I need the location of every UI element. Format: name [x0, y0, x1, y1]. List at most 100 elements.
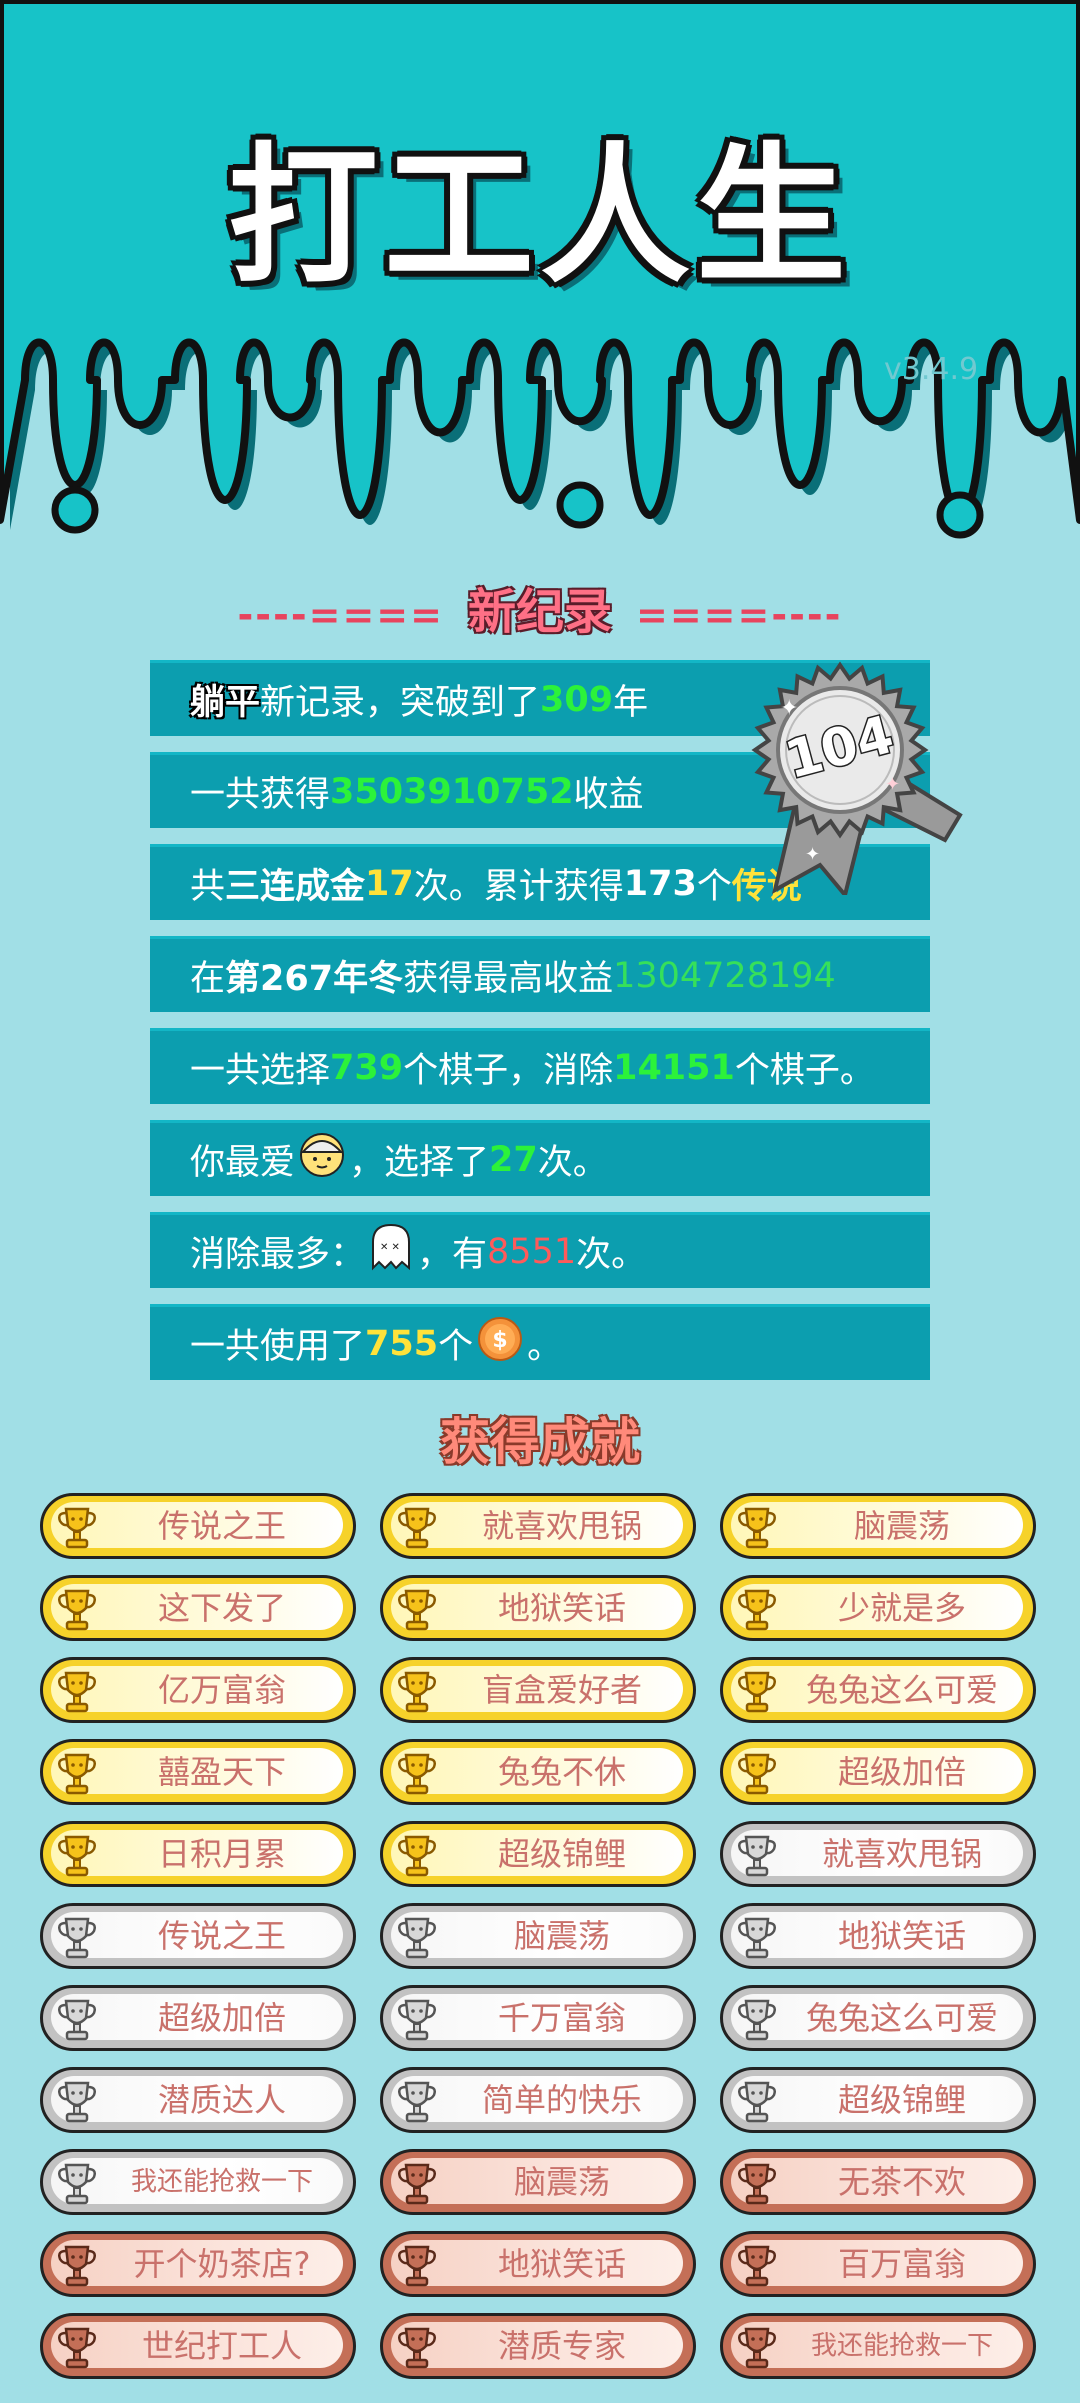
stat-row: 一共使用了 755 个 $ 。 — [150, 1304, 930, 1380]
achievement-label: 百万富翁 — [837, 2245, 966, 2283]
achievement-badge[interactable]: 我还能抢救一下 — [40, 2149, 356, 2215]
trophy-icon — [398, 1589, 436, 1631]
achievement-badge[interactable]: 传说之王 — [40, 1493, 356, 1559]
achievement-badge[interactable]: 兔兔这么可爱 — [720, 1985, 1036, 2051]
trophy-icon — [58, 1999, 96, 2041]
achievement-label: 就喜欢甩锅 — [481, 1507, 642, 1545]
achievement-badge[interactable]: 脑震荡 — [380, 2149, 696, 2215]
achievement-badge[interactable]: 兔兔这么可爱 — [720, 1657, 1036, 1723]
stat-text: 在 — [190, 959, 226, 999]
trophy-icon — [398, 2327, 436, 2369]
stat-text: 次。 — [576, 1235, 647, 1275]
achievement-label: 地狱笑话 — [497, 1589, 626, 1627]
trophy-icon — [738, 1507, 776, 1549]
achievement-badge[interactable]: 超级加倍 — [40, 1985, 356, 2051]
stat-text: 共 — [190, 867, 226, 907]
achievement-badge[interactable]: 超级锦鲤 — [720, 2067, 1036, 2133]
achievement-badge[interactable]: 无茶不欢 — [720, 2149, 1036, 2215]
achievement-badge[interactable]: 亿万富翁 — [40, 1657, 356, 1723]
trophy-icon — [58, 1589, 96, 1631]
achievement-badge[interactable]: 囍盈天下 — [40, 1739, 356, 1805]
achievement-label: 传说之王 — [157, 1507, 286, 1545]
achievement-badge[interactable]: 百万富翁 — [720, 2231, 1036, 2297]
achievements-heading: 获得成就 — [440, 1413, 640, 1471]
achievement-label: 脑震荡 — [853, 1507, 950, 1545]
achievement-badge[interactable]: 日积月累 — [40, 1821, 356, 1887]
achievement-label: 无茶不欢 — [837, 2163, 966, 2201]
achievement-badge[interactable]: 这下发了 — [40, 1575, 356, 1641]
achievement-badge[interactable]: 地狱笑话 — [380, 1575, 696, 1641]
trophy-icon — [738, 1589, 776, 1631]
achievement-badge[interactable]: 脑震荡 — [720, 1493, 1036, 1559]
coin-icon: $ — [477, 1316, 523, 1371]
drip-drop — [51, 486, 99, 534]
trophy-icon — [58, 1507, 96, 1549]
stat-text: 。 — [527, 1327, 563, 1367]
achievement-label: 潜质专家 — [497, 2327, 626, 2365]
trophy-icon — [398, 1835, 436, 1877]
stat-text: 一共获得 — [190, 775, 331, 815]
trophy-icon — [58, 2163, 96, 2205]
trophy-icon — [398, 1917, 436, 1959]
stat-text: 三连成金 — [225, 867, 366, 907]
stat-row: 一共选择 739 个棋子，消除 14151 个棋子。 — [150, 1028, 930, 1104]
achievement-label: 就喜欢甩锅 — [821, 1835, 982, 1873]
achievement-label: 简单的快乐 — [481, 2081, 642, 2119]
achievement-badge[interactable]: 就喜欢甩锅 — [380, 1493, 696, 1559]
achievement-badge[interactable]: 潜质达人 — [40, 2067, 356, 2133]
achievement-label: 超级锦鲤 — [837, 2081, 966, 2119]
achievement-label: 潜质达人 — [157, 2081, 286, 2119]
achievement-label: 地狱笑话 — [497, 2245, 626, 2283]
stat-text: 14151 — [613, 1047, 735, 1088]
achievement-badge[interactable]: 就喜欢甩锅 — [720, 1821, 1036, 1887]
achievement-badge[interactable]: 盲盒爱好者 — [380, 1657, 696, 1723]
trophy-icon — [738, 2163, 776, 2205]
achievement-label: 兔兔这么可爱 — [805, 1671, 998, 1709]
achievement-badge[interactable]: 地狱笑话 — [720, 1903, 1036, 1969]
trophy-icon — [738, 1835, 776, 1877]
stat-text: 309 — [540, 679, 614, 720]
svg-text:✕ ✕: ✕ ✕ — [380, 1242, 400, 1253]
svg-text:✦: ✦ — [885, 774, 900, 795]
trophy-icon — [738, 1917, 776, 1959]
achievement-badge[interactable]: 世纪打工人 — [40, 2313, 356, 2379]
achievement-label: 世纪打工人 — [141, 2327, 302, 2365]
achievement-badge[interactable]: 超级锦鲤 — [380, 1821, 696, 1887]
achievement-label: 传说之王 — [157, 1917, 286, 1955]
achievement-badge[interactable]: 少就是多 — [720, 1575, 1036, 1641]
trophy-icon — [58, 2081, 96, 2123]
game-title: 打工人生 — [227, 130, 852, 304]
stat-text: 755 — [365, 1323, 439, 1364]
stat-text: 你最爱 — [190, 1143, 296, 1183]
achievement-badge[interactable]: 开个奶茶店? — [40, 2231, 356, 2297]
record-medal-badge: 104 ✦ ✦ ✦ — [751, 661, 963, 895]
achievement-label: 兔兔这么可爱 — [805, 1999, 998, 2037]
stat-text: 个棋子，消除 — [403, 1051, 614, 1091]
achievement-badge[interactable]: 脑震荡 — [380, 1903, 696, 1969]
achievement-label: 兔兔不休 — [497, 1753, 626, 1791]
trophy-icon — [58, 2245, 96, 2287]
achievement-badge[interactable]: 简单的快乐 — [380, 2067, 696, 2133]
achievement-label: 脑震荡 — [513, 1917, 610, 1955]
trophy-icon — [738, 2327, 776, 2369]
stat-text: 8551 — [487, 1231, 577, 1272]
achievement-badge[interactable]: 千万富翁 — [380, 1985, 696, 2051]
trophy-icon — [398, 1999, 436, 2041]
stat-text: 739 — [330, 1047, 404, 1088]
stat-text: 173 — [623, 863, 697, 904]
achievement-badge[interactable]: 地狱笑话 — [380, 2231, 696, 2297]
achievement-label: 千万富翁 — [497, 1999, 626, 2037]
achievement-badge[interactable]: 兔兔不休 — [380, 1739, 696, 1805]
stat-text: 个 — [438, 1327, 474, 1367]
stat-text: 3503910752 — [330, 771, 574, 812]
stat-text: 27 — [489, 1139, 538, 1180]
stat-text: 17 — [365, 863, 414, 904]
achievement-badge[interactable]: 潜质专家 — [380, 2313, 696, 2379]
drip-drop — [936, 491, 984, 539]
new-record-heading: ----==== 新纪录 ====---- — [0, 572, 1080, 642]
achievement-badge[interactable]: 传说之王 — [40, 1903, 356, 1969]
achievement-badge[interactable]: 我还能抢救一下 — [720, 2313, 1036, 2379]
achievement-badge[interactable]: 超级加倍 — [720, 1739, 1036, 1805]
trophy-icon — [58, 1753, 96, 1795]
achievement-label: 亿万富翁 — [157, 1671, 286, 1709]
